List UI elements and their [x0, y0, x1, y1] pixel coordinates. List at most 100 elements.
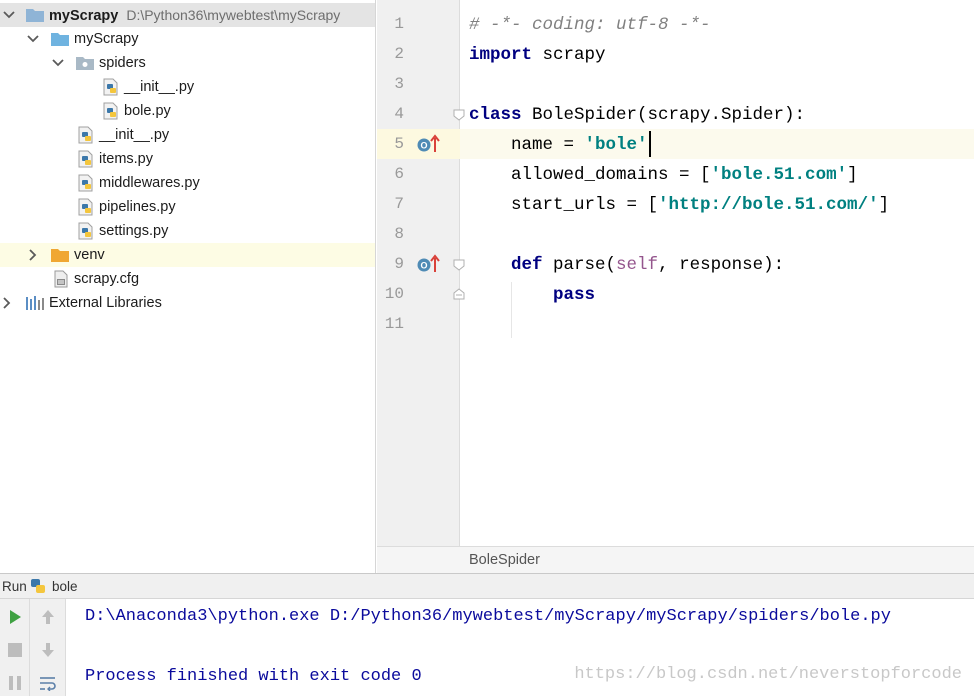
svg-text:O: O [420, 261, 427, 271]
line-number: 2 [394, 45, 404, 63]
python-file-icon [102, 78, 120, 96]
code-string: 'http://bole.51.com/' [658, 195, 879, 215]
code-keyword: def [511, 255, 543, 275]
stop-icon[interactable] [3, 638, 27, 662]
text-caret [648, 131, 651, 158]
tree-item-venv[interactable]: venv [0, 243, 375, 267]
code-text: scrapy [532, 45, 606, 65]
run-icon[interactable] [3, 605, 27, 629]
line-number: 7 [394, 195, 404, 213]
python-file-icon [77, 150, 95, 168]
code-self: self [616, 255, 659, 275]
tree-item-label: myScrapy [74, 31, 139, 47]
code-string: 'bole.51.com' [710, 165, 848, 185]
project-name: myScrapy [49, 7, 119, 24]
code-keyword: class [469, 105, 522, 125]
code-text: ] [878, 195, 890, 215]
console-command-line[interactable]: D:\Anaconda3\python.exe D:/Python36/mywe… [85, 607, 891, 626]
code-keyword: import [469, 45, 533, 65]
tree-item-label: __init__.py [99, 127, 170, 143]
editor-breadcrumb: BoleSpider [377, 546, 974, 573]
tree-item-middlewares-py[interactable]: middlewares.py [0, 171, 375, 195]
tree-item-scrapy-cfg[interactable]: scrapy.cfg [0, 267, 375, 291]
tree-item-label: items.py [99, 151, 153, 167]
code-text: parse( [542, 255, 617, 275]
tree-item-bole-py[interactable]: bole.py [0, 99, 375, 123]
tree-root-myscrapy[interactable]: myScrapy D:\Python36\mywebtest\myScrapy [0, 3, 375, 27]
code-line-2[interactable]: import scrapy [469, 40, 606, 70]
code-line-1[interactable]: # -*- coding: utf-8 -*- [469, 10, 711, 40]
code-line-6[interactable]: allowed_domains = ['bole.51.com'] [469, 160, 858, 190]
line-number: 4 [394, 105, 404, 123]
run-toolbar-primary [0, 599, 30, 696]
chevron-down-icon[interactable] [26, 32, 40, 46]
code-editor[interactable]: 1 2 3 4 5 6 7 8 9 10 11 O O # -*- coding… [377, 0, 974, 573]
code-keyword: pass [553, 285, 596, 305]
code-line-9[interactable]: def parse(self, response): [469, 250, 784, 280]
tree-item-label: External Libraries [49, 295, 162, 311]
config-file-icon [52, 270, 70, 288]
console-exit-line[interactable]: Process finished with exit code 0 [85, 667, 422, 686]
package-folder-icon [75, 54, 94, 72]
tree-item-items-py[interactable]: items.py [0, 147, 375, 171]
line-number: 10 [384, 285, 404, 303]
line-number: 11 [384, 315, 404, 333]
tree-item-label: middlewares.py [99, 175, 200, 191]
tree-item-package-init[interactable]: __init__.py [0, 123, 375, 147]
override-method-icon[interactable]: O [416, 133, 442, 155]
line-number: 6 [394, 165, 404, 183]
current-line-highlight [377, 129, 974, 159]
chevron-down-icon[interactable] [51, 56, 65, 70]
tree-item-spiders[interactable]: spiders [0, 51, 375, 75]
fold-end-marker-icon[interactable] [453, 287, 465, 300]
tree-item-pipelines-py[interactable]: pipelines.py [0, 195, 375, 219]
tree-item-external-libraries[interactable]: External Libraries [0, 291, 375, 315]
run-config-name[interactable]: bole [52, 579, 78, 594]
chevron-right-icon[interactable] [0, 296, 14, 310]
tree-item-settings-py[interactable]: settings.py [0, 219, 375, 243]
tree-item-myscrapy-package[interactable]: myScrapy [0, 27, 375, 51]
scroll-up-icon[interactable] [36, 605, 60, 629]
line-number: 3 [394, 75, 404, 93]
override-method-icon[interactable]: O [416, 253, 442, 275]
tree-item-spiders-init[interactable]: __init__.py [0, 75, 375, 99]
tree-item-label: bole.py [124, 103, 171, 119]
line-number: 1 [394, 15, 404, 33]
fold-marker-icon[interactable] [453, 108, 465, 121]
code-text: start_urls = [ [469, 195, 659, 215]
soft-wrap-icon[interactable] [36, 671, 60, 695]
fold-marker-icon[interactable] [453, 258, 465, 271]
code-line-4[interactable]: class BoleSpider(scrapy.Spider): [469, 100, 805, 130]
tree-item-label: spiders [99, 55, 146, 71]
code-text: BoleSpider(scrapy.Spider): [521, 105, 806, 125]
code-line-7[interactable]: start_urls = ['http://bole.51.com/'] [469, 190, 889, 220]
chevron-right-icon[interactable] [26, 248, 40, 262]
code-line-5[interactable]: name = 'bole' [469, 130, 651, 160]
pause-icon[interactable] [3, 671, 27, 695]
chevron-down-icon[interactable] [2, 8, 16, 22]
code-line-10[interactable]: pass [469, 280, 595, 310]
line-number: 8 [394, 225, 404, 243]
python-file-icon [102, 102, 120, 120]
tree-item-label: settings.py [99, 223, 169, 239]
run-tool-window-header: Run bole [0, 573, 974, 599]
python-file-icon [77, 126, 95, 144]
breadcrumb-item-bolespider[interactable]: BoleSpider [469, 547, 540, 574]
editor-gutter[interactable]: 1 2 3 4 5 6 7 8 9 10 11 O O [377, 0, 465, 546]
code-comment: # -*- coding: utf-8 -*- [469, 15, 711, 35]
tree-item-label: __init__.py [124, 79, 195, 95]
scroll-down-icon[interactable] [36, 638, 60, 662]
run-console-panel: D:\Anaconda3\python.exe D:/Python36/mywe… [0, 599, 974, 696]
run-tab-label[interactable]: Run [2, 579, 27, 594]
project-path: D:\Python36\mywebtest\myScrapy [126, 6, 341, 23]
code-string: 'bole' [584, 135, 648, 155]
python-config-icon [29, 577, 47, 598]
watermark-text: https://blog.csdn.net/neverstopforcode [574, 665, 962, 684]
code-text: name = [469, 135, 585, 155]
python-file-icon [77, 222, 95, 240]
code-text: , response): [658, 255, 785, 275]
tree-item-label: venv [74, 247, 105, 263]
code-text: allowed_domains = [ [469, 165, 711, 185]
